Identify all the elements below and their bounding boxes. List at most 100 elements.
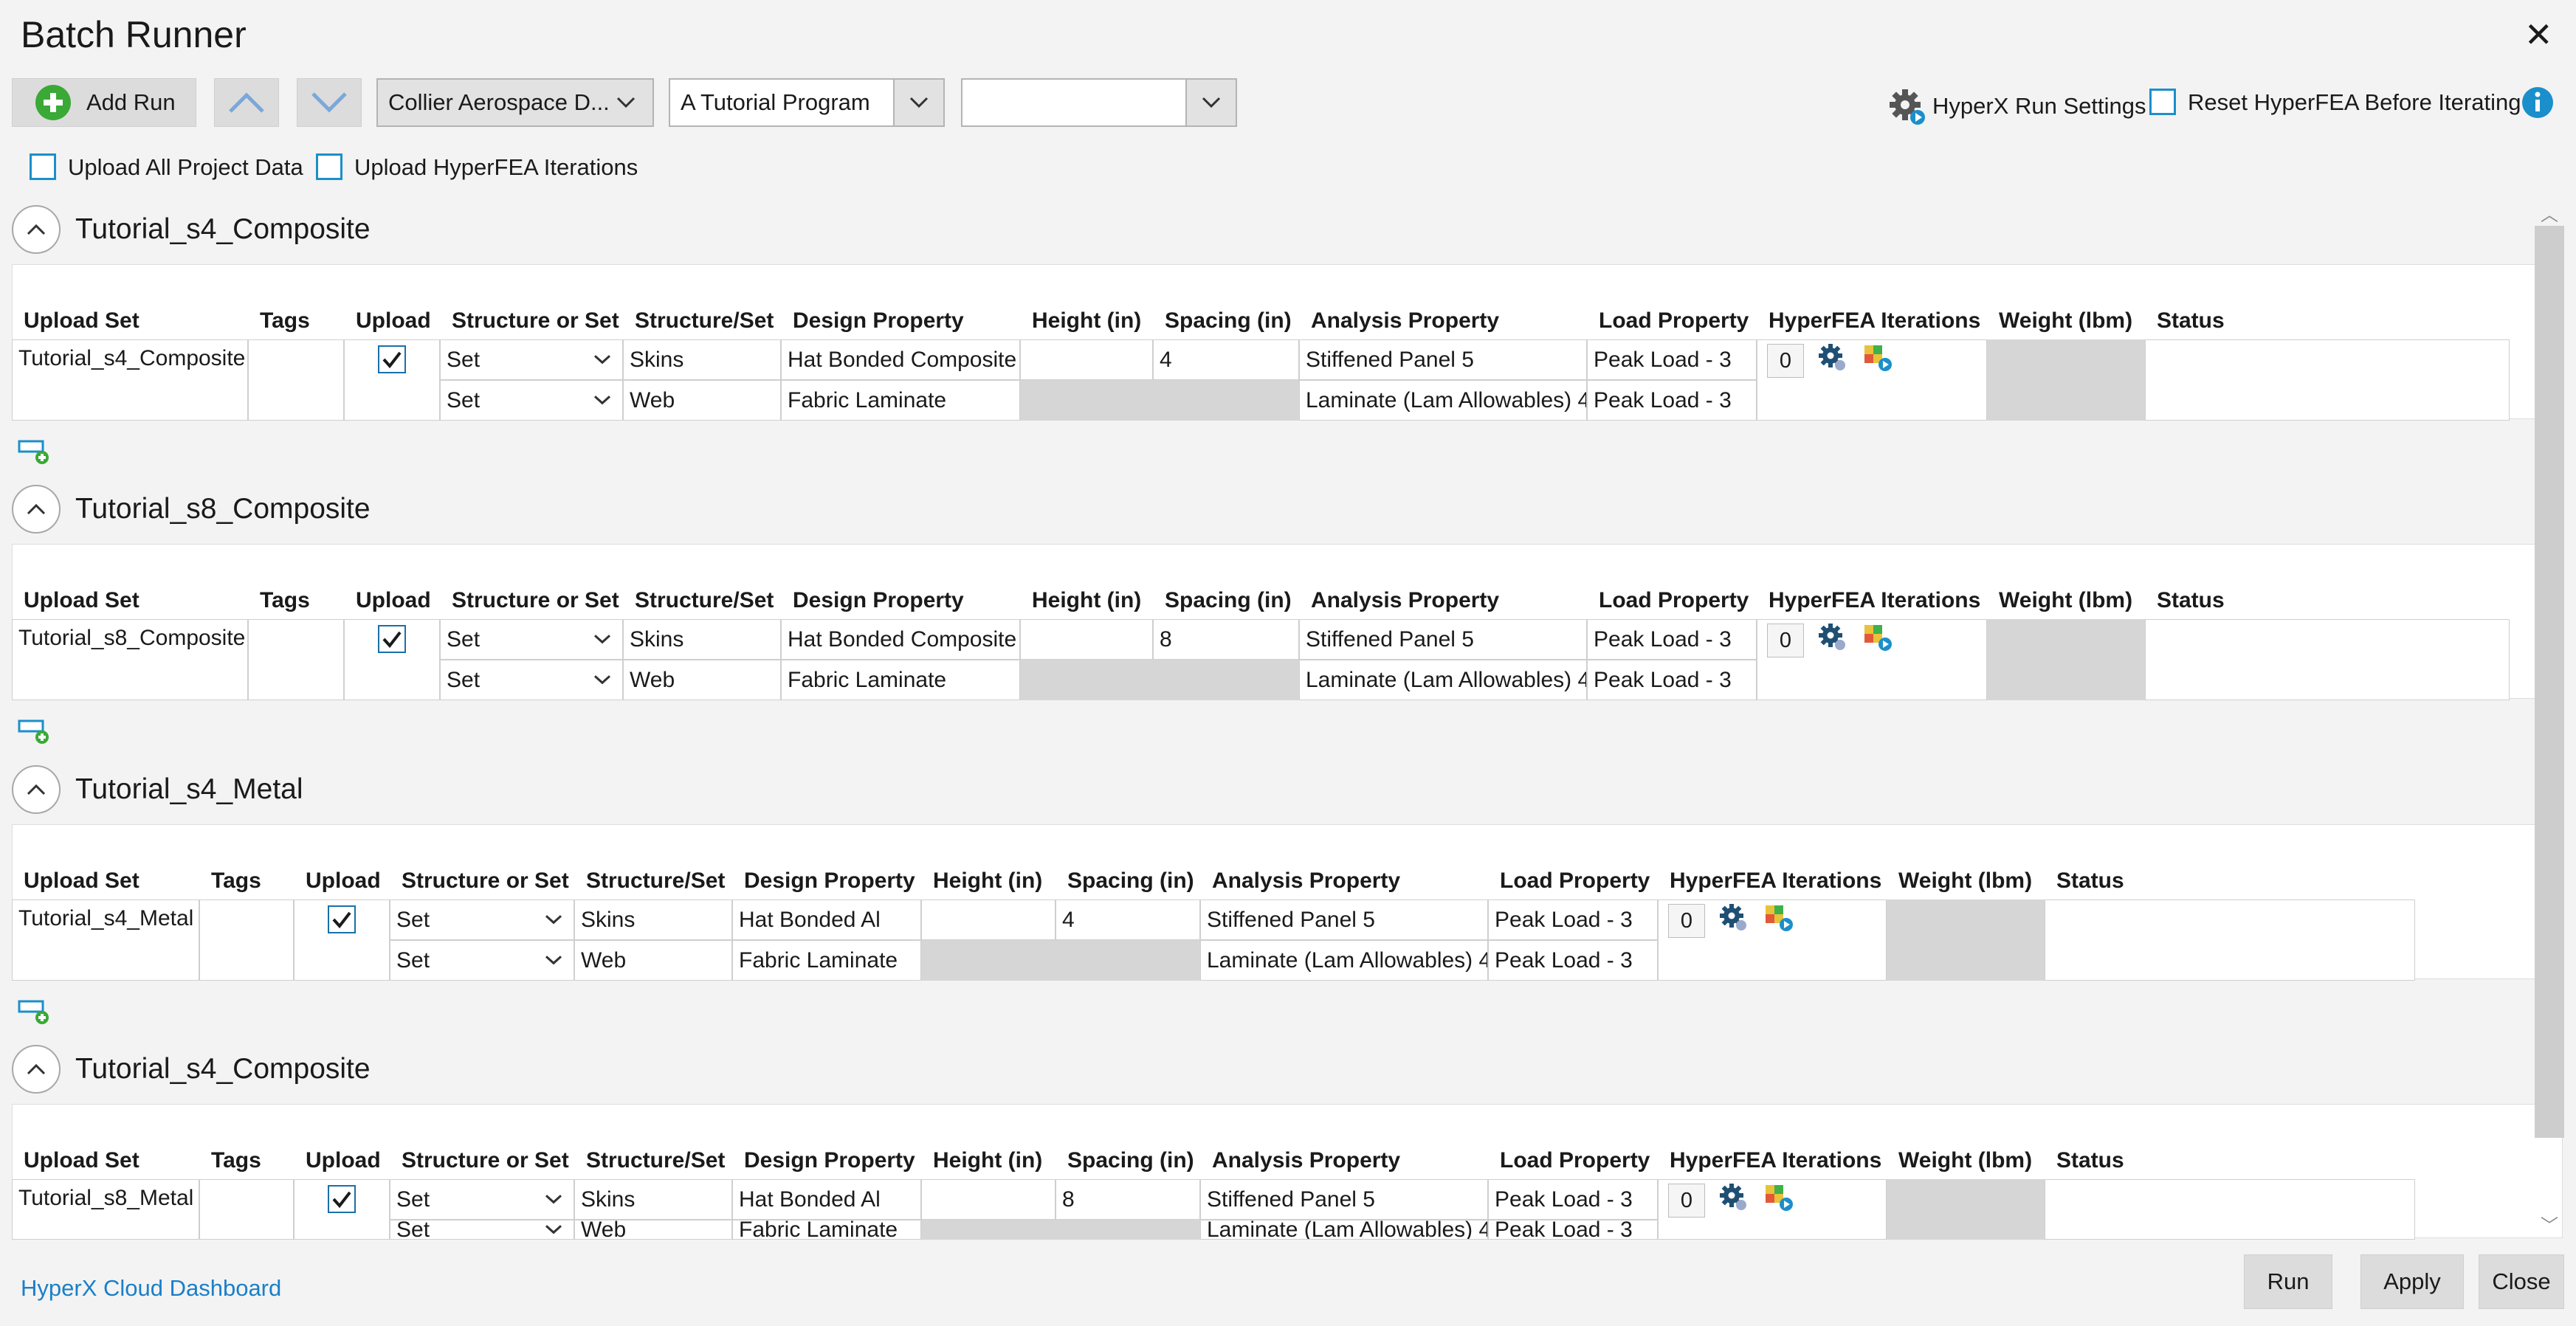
upload-checkbox[interactable] [328, 1185, 356, 1213]
iterations-count[interactable]: 0 [1767, 344, 1804, 378]
height-cell[interactable] [1020, 619, 1153, 660]
iterations-count[interactable]: 0 [1767, 624, 1804, 657]
run-model-icon[interactable] [1763, 1182, 1795, 1215]
collapse-toggle[interactable] [12, 1045, 61, 1094]
design-property-cell[interactable]: Hat Bonded Al [732, 1179, 921, 1220]
structure-or-set-select[interactable]: Set [390, 940, 574, 981]
tags-cell[interactable] [199, 1179, 294, 1240]
collapse-toggle[interactable] [12, 765, 61, 814]
iteration-settings-gear-icon[interactable] [1817, 622, 1847, 655]
design-property-cell[interactable]: Fabric Laminate [732, 1220, 921, 1240]
spacing-cell[interactable]: 8 [1153, 619, 1299, 660]
analysis-property-cell[interactable]: Laminate (Lam Allowables) 4 [1200, 1220, 1488, 1240]
upload-checkbox[interactable] [378, 625, 406, 653]
structure-or-set-select[interactable]: Set [390, 899, 574, 940]
add-row-icon[interactable] [18, 716, 50, 746]
height-cell[interactable] [1020, 380, 1153, 421]
analysis-property-cell[interactable]: Stiffened Panel 5 [1299, 619, 1587, 660]
structure-set-cell[interactable]: Skins [574, 1179, 732, 1220]
spacing-cell[interactable] [1055, 1220, 1200, 1240]
design-property-cell[interactable]: Fabric Laminate [732, 940, 921, 981]
structure-set-cell[interactable]: Web [574, 940, 732, 981]
apply-button[interactable]: Apply [2360, 1254, 2464, 1309]
upload-checkbox[interactable] [378, 345, 406, 373]
structure-or-set-select[interactable]: Set [440, 660, 623, 700]
tags-cell[interactable] [199, 899, 294, 981]
iterations-count[interactable]: 0 [1668, 1184, 1705, 1218]
info-icon[interactable] [2521, 86, 2554, 119]
height-cell[interactable] [921, 1220, 1055, 1240]
load-property-cell[interactable]: Peak Load - 3 [1587, 339, 1757, 380]
upload-all-project-data-checkbox[interactable] [30, 153, 56, 180]
load-property-cell[interactable]: Peak Load - 3 [1488, 940, 1658, 981]
load-property-cell[interactable]: Peak Load - 3 [1488, 899, 1658, 940]
iterations-count[interactable]: 0 [1668, 904, 1705, 938]
height-cell[interactable] [921, 940, 1055, 981]
scroll-down-icon[interactable]: ﹀ [2535, 1209, 2564, 1238]
structure-or-set-select[interactable]: Set [440, 339, 623, 380]
structure-set-cell[interactable]: Web [574, 1220, 732, 1240]
iteration-settings-gear-icon[interactable] [1817, 342, 1847, 376]
run-model-icon[interactable] [1862, 342, 1894, 376]
load-property-cell[interactable]: Peak Load - 3 [1587, 619, 1757, 660]
scroll-up-icon[interactable]: ︿ [2535, 198, 2564, 227]
tags-cell[interactable] [248, 339, 344, 421]
collapse-toggle[interactable] [12, 485, 61, 533]
height-cell[interactable] [921, 899, 1055, 940]
run-model-icon[interactable] [1763, 902, 1795, 936]
structure-set-cell[interactable]: Skins [623, 619, 781, 660]
reset-hyperfea-checkbox[interactable] [2149, 89, 2176, 115]
structure-or-set-select[interactable]: Set [440, 380, 623, 421]
height-cell[interactable] [1020, 660, 1153, 700]
load-property-cell[interactable]: Peak Load - 3 [1587, 660, 1757, 700]
analysis-property-cell[interactable]: Laminate (Lam Allowables) 4 [1200, 940, 1488, 981]
vertical-scrollbar[interactable] [2535, 226, 2564, 1138]
add-row-icon[interactable] [18, 437, 50, 466]
load-property-cell[interactable]: Peak Load - 3 [1488, 1179, 1658, 1220]
close-button[interactable]: Close [2479, 1254, 2564, 1309]
structure-or-set-select[interactable]: Set [390, 1179, 574, 1220]
analysis-property-cell[interactable]: Laminate (Lam Allowables) 4 [1299, 660, 1587, 700]
run-settings-button[interactable]: HyperX Run Settings [1887, 86, 2146, 127]
program-dropdown[interactable]: A Tutorial Program [669, 78, 945, 127]
third-dropdown[interactable] [961, 78, 1237, 127]
close-window-icon[interactable]: ✕ [2524, 16, 2553, 53]
hyperx-cloud-dashboard-link[interactable]: HyperX Cloud Dashboard [21, 1275, 281, 1302]
program-dropdown-arrow[interactable] [893, 80, 943, 125]
structure-or-set-select[interactable]: Set [440, 619, 623, 660]
structure-or-set-select[interactable]: Set [390, 1218, 574, 1242]
spacing-cell[interactable] [1153, 660, 1299, 700]
structure-set-cell[interactable]: Web [623, 660, 781, 700]
add-run-button[interactable]: Add Run [12, 78, 196, 127]
customer-dropdown[interactable]: Collier Aerospace D... [376, 78, 654, 127]
add-row-icon[interactable] [18, 997, 50, 1026]
collapse-toggle[interactable] [12, 205, 61, 254]
height-cell[interactable] [921, 1179, 1055, 1220]
design-property-cell[interactable]: Fabric Laminate [781, 380, 1020, 421]
move-down-button[interactable] [297, 78, 362, 127]
spacing-cell[interactable]: 8 [1055, 1179, 1200, 1220]
structure-set-cell[interactable]: Skins [574, 899, 732, 940]
spacing-cell[interactable]: 4 [1055, 899, 1200, 940]
analysis-property-cell[interactable]: Stiffened Panel 5 [1200, 1179, 1488, 1220]
design-property-cell[interactable]: Fabric Laminate [781, 660, 1020, 700]
design-property-cell[interactable]: Hat Bonded Composite [781, 619, 1020, 660]
design-property-cell[interactable]: Hat Bonded Composite [781, 339, 1020, 380]
upload-hyperfea-iterations-checkbox[interactable] [316, 153, 342, 180]
analysis-property-cell[interactable]: Laminate (Lam Allowables) 4 [1299, 380, 1587, 421]
height-cell[interactable] [1020, 339, 1153, 380]
spacing-cell[interactable] [1153, 380, 1299, 421]
iteration-settings-gear-icon[interactable] [1718, 902, 1748, 936]
analysis-property-cell[interactable]: Stiffened Panel 5 [1299, 339, 1587, 380]
upload-checkbox[interactable] [328, 905, 356, 933]
iteration-settings-gear-icon[interactable] [1718, 1182, 1748, 1215]
run-button[interactable]: Run [2244, 1254, 2332, 1309]
analysis-property-cell[interactable]: Stiffened Panel 5 [1200, 899, 1488, 940]
load-property-cell[interactable]: Peak Load - 3 [1488, 1220, 1658, 1240]
third-dropdown-arrow[interactable] [1185, 80, 1236, 125]
design-property-cell[interactable]: Hat Bonded Al [732, 899, 921, 940]
structure-set-cell[interactable]: Web [623, 380, 781, 421]
spacing-cell[interactable]: 4 [1153, 339, 1299, 380]
tags-cell[interactable] [248, 619, 344, 700]
load-property-cell[interactable]: Peak Load - 3 [1587, 380, 1757, 421]
